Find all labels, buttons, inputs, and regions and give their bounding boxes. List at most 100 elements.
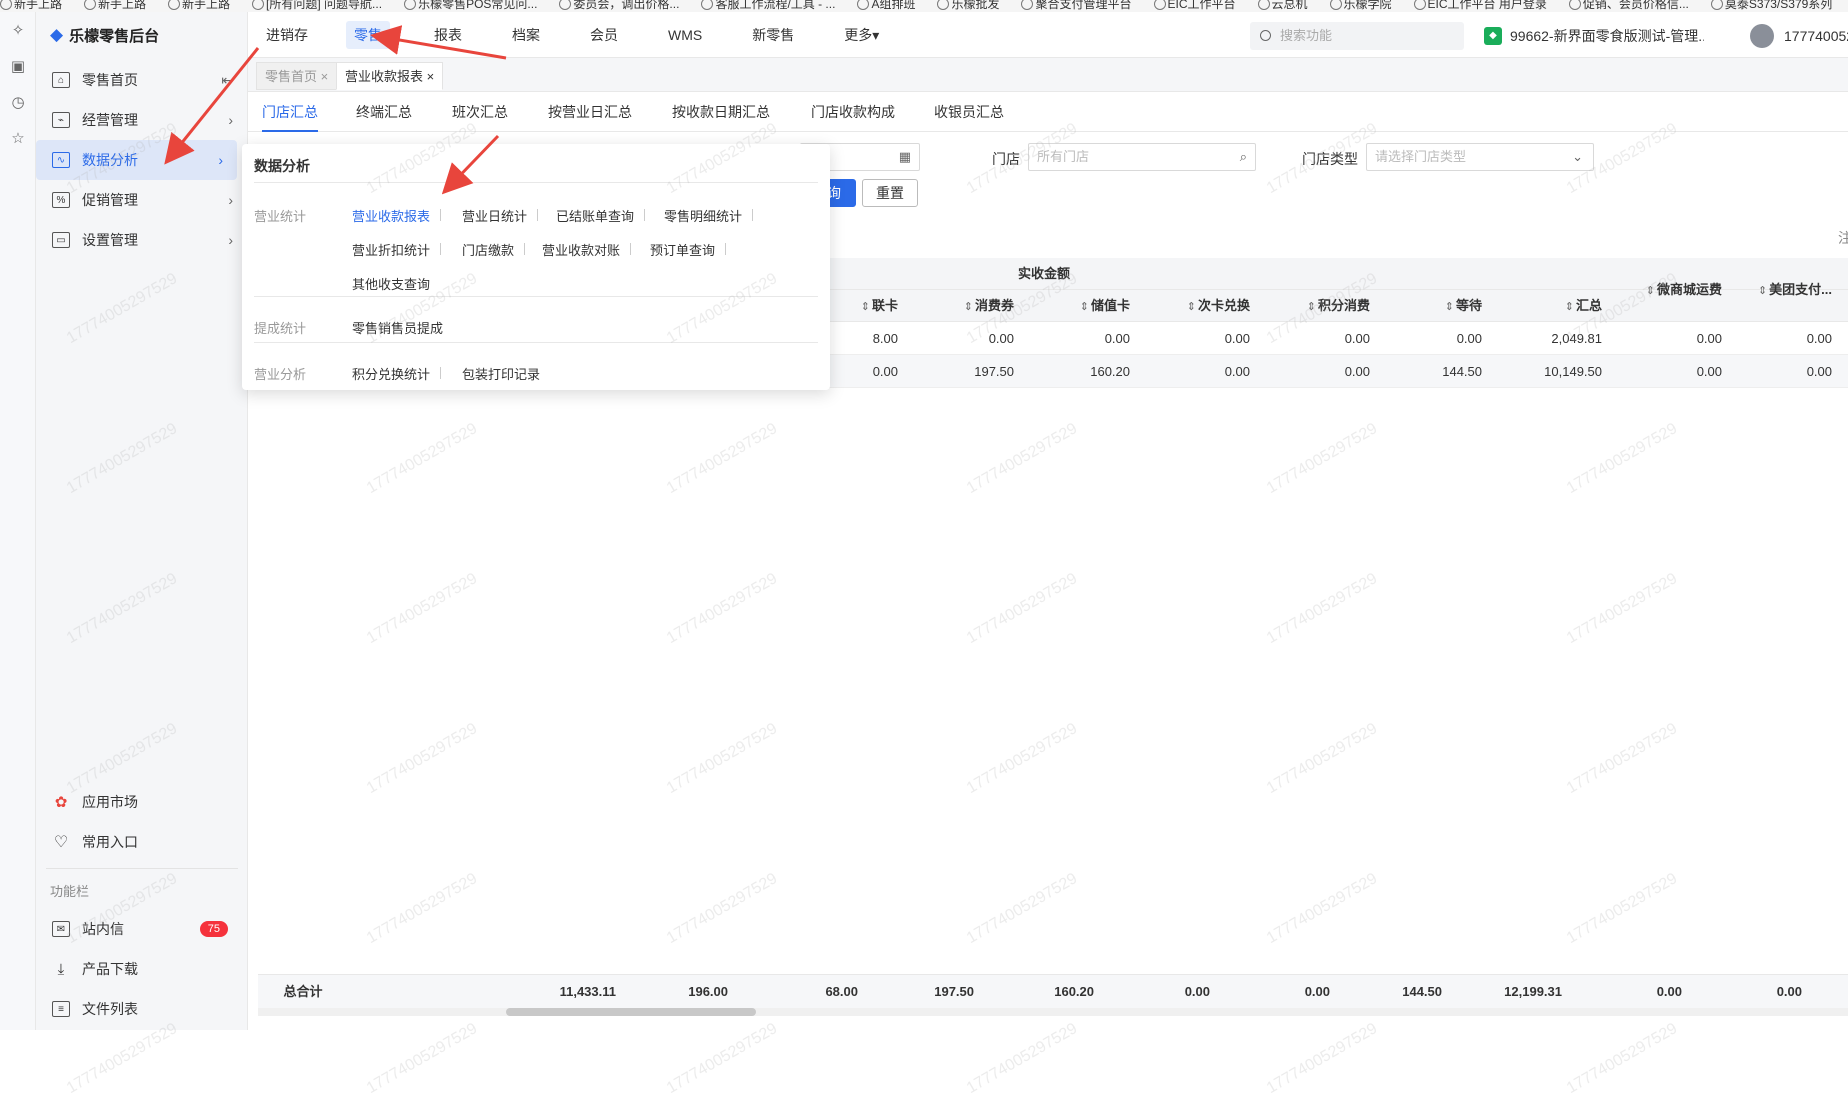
topnav-item-retail[interactable]: 零售 bbox=[346, 21, 390, 49]
watermark-text: 17774005297529 bbox=[363, 420, 481, 498]
save-icon[interactable]: ▣ bbox=[0, 48, 36, 84]
menu-link[interactable]: 零售销售员提成 bbox=[352, 318, 443, 337]
table-cell: 0.00 bbox=[1224, 364, 1250, 379]
sidebar-item-files[interactable]: ≡ 文件列表 bbox=[36, 989, 248, 1029]
sidebar-item-promotion[interactable]: % 促销管理 › bbox=[36, 180, 247, 220]
app-logo[interactable]: ◆ 乐檬零售后台 bbox=[36, 12, 247, 58]
column-header[interactable]: 消费券 bbox=[908, 290, 1024, 322]
calendar-icon: ▦ bbox=[898, 149, 911, 164]
top-nav-menu: 进销存 零售 报表 档案 会员 WMS 新零售 更多▾ bbox=[248, 12, 911, 58]
tab-store-payment-composition[interactable]: 门店收款构成 bbox=[811, 92, 895, 132]
sidebar-item-download[interactable]: ⤓ 产品下载 bbox=[36, 949, 248, 989]
bookmark[interactable]: 乐檬学院 bbox=[1329, 0, 1392, 10]
table-cell: 0.00 bbox=[988, 331, 1014, 346]
menu-link[interactable]: 营业日统计 bbox=[462, 206, 539, 225]
watermark-text: 17774005297529 bbox=[1263, 570, 1381, 648]
bookmark[interactable]: 聚合支付管理平台 bbox=[1021, 0, 1132, 10]
bookmark[interactable]: 新手上路 bbox=[84, 0, 146, 10]
column-header[interactable]: 等待 bbox=[1380, 290, 1492, 322]
watermark-text: 17774005297529 bbox=[1263, 720, 1381, 798]
sidebar-item-app-market[interactable]: ✿ 应用市场 bbox=[36, 782, 248, 822]
sidebar-item-settings[interactable]: ▭ 设置管理 › bbox=[36, 220, 247, 260]
menu-link[interactable]: 营业折扣统计 bbox=[352, 240, 442, 259]
topnav-item[interactable]: 档案 bbox=[494, 12, 558, 58]
total-cell: 68.00 bbox=[825, 984, 858, 999]
topnav-item-more[interactable]: 更多▾ bbox=[826, 12, 897, 58]
total-cell: 12,199.31 bbox=[1504, 984, 1562, 999]
sparkle-icon[interactable]: ✧ bbox=[0, 12, 36, 48]
menu-link[interactable]: 零售明细统计 bbox=[664, 206, 754, 225]
table-cell: 0.00 bbox=[1224, 331, 1250, 346]
tab-shift-summary[interactable]: 班次汇总 bbox=[452, 92, 508, 132]
bookmark[interactable]: 新手上路 bbox=[168, 0, 230, 10]
sidebar-item-favorites[interactable]: ♡ 常用入口 bbox=[36, 822, 248, 862]
menu-link[interactable]: 积分兑换统计 bbox=[352, 364, 442, 383]
chevron-right-icon: › bbox=[218, 152, 223, 168]
page-tab-retail-home[interactable]: 零售首页 × bbox=[256, 62, 338, 90]
tab-by-payment-date[interactable]: 按收款日期汇总 bbox=[672, 92, 770, 132]
collapse-icon[interactable]: ⇤ bbox=[221, 72, 233, 89]
column-header[interactable]: 联卡 bbox=[818, 290, 908, 322]
category-label: 营业统计 bbox=[254, 209, 307, 224]
table-cell: 0.00 bbox=[1344, 331, 1370, 346]
search-icon: ⌕ bbox=[1239, 149, 1247, 164]
column-header[interactable]: 积分消费 bbox=[1260, 290, 1380, 322]
bookmark[interactable]: 莫泰S373/S379系列 bbox=[1710, 0, 1832, 10]
history-icon[interactable]: ◷ bbox=[0, 84, 36, 120]
store-type-label: 门店类型 bbox=[1302, 151, 1358, 167]
star-icon[interactable]: ☆ bbox=[0, 120, 36, 156]
menu-link[interactable]: 已结账单查询 bbox=[556, 206, 646, 225]
sidebar-item-home[interactable]: ⌂ 零售首页 ⇤ bbox=[36, 60, 247, 100]
column-header[interactable]: 储值卡 bbox=[1024, 290, 1140, 322]
reset-button[interactable]: 重置 bbox=[862, 179, 918, 207]
user-menu[interactable]: 1777400529 bbox=[1750, 22, 1848, 50]
sidebar-item-data-analysis[interactable]: ∿ 数据分析 › bbox=[36, 140, 237, 180]
menu-link[interactable]: 包装打印记录 bbox=[462, 364, 540, 383]
bookmark[interactable]: [所有问题] 问题导航... bbox=[252, 0, 382, 10]
column-header[interactable]: 汇总 bbox=[1492, 290, 1612, 322]
topnav-item[interactable]: WMS bbox=[650, 12, 720, 58]
bookmark[interactable]: 乐檬批发 bbox=[937, 0, 999, 10]
menu-link[interactable]: 预订单查询 bbox=[650, 240, 727, 259]
watermark-text: 17774005297529 bbox=[963, 1020, 1081, 1098]
function-search-input[interactable]: 搜索功能 bbox=[1250, 22, 1464, 50]
divider bbox=[254, 296, 818, 297]
page-tab-revenue-report[interactable]: 营业收款报表 × bbox=[336, 62, 444, 90]
bookmark[interactable]: A组排班 bbox=[857, 0, 915, 10]
topnav-item[interactable]: 会员 bbox=[572, 12, 636, 58]
sidebar-item-operations[interactable]: ⌁ 经营管理 › bbox=[36, 100, 247, 140]
scrollbar-thumb[interactable] bbox=[506, 1008, 756, 1016]
bookmark[interactable]: EIC工作平台 用户登录 bbox=[1413, 0, 1547, 10]
topnav-item[interactable]: 新零售 bbox=[734, 12, 812, 58]
tab-cashier-summary[interactable]: 收银员汇总 bbox=[934, 92, 1004, 132]
divider bbox=[254, 342, 818, 343]
topnav-item[interactable]: 报表 bbox=[416, 12, 480, 58]
bookmark[interactable]: 客服工作流程/工具 - ... bbox=[701, 0, 835, 10]
store-type-select[interactable]: 请选择门店类型 ⌄ bbox=[1366, 143, 1594, 171]
topnav-item[interactable]: 进销存 bbox=[248, 12, 326, 58]
watermark-text: 17774005297529 bbox=[363, 720, 481, 798]
bookmark[interactable]: 新手上路 bbox=[0, 0, 62, 10]
bookmark[interactable]: 委员会，调出价格... bbox=[559, 0, 679, 10]
table-cell: 160.20 bbox=[1090, 364, 1130, 379]
menu-link[interactable]: 营业收款对账 bbox=[542, 240, 632, 259]
horizontal-scrollbar[interactable] bbox=[258, 1008, 1848, 1016]
column-header[interactable]: 美团支付... bbox=[1732, 274, 1842, 306]
watermark-text: 17774005297529 bbox=[963, 870, 1081, 948]
store-input[interactable]: 所有门店 ⌕ bbox=[1028, 143, 1256, 171]
tab-by-business-day[interactable]: 按营业日汇总 bbox=[548, 92, 632, 132]
tab-store-summary[interactable]: 门店汇总 bbox=[262, 92, 318, 132]
bookmark[interactable]: 促销、会员价格信... bbox=[1568, 0, 1689, 10]
store-selector[interactable]: 99662-新界面零食版测试-管理... bbox=[1484, 22, 1704, 50]
bookmark[interactable]: 云总机 bbox=[1257, 0, 1308, 10]
column-header[interactable]: 次卡兑换 bbox=[1140, 290, 1260, 322]
menu-link[interactable]: 门店缴款 bbox=[462, 240, 526, 259]
column-header[interactable]: 微商城运费 bbox=[1612, 274, 1732, 306]
table-cell: 10,149.50 bbox=[1544, 364, 1602, 379]
sidebar-item-messages[interactable]: ✉ 站内信 75 bbox=[36, 909, 248, 949]
tab-terminal-summary[interactable]: 终端汇总 bbox=[356, 92, 412, 132]
bookmark[interactable]: EIC工作平台 bbox=[1153, 0, 1236, 10]
bookmark[interactable]: 乐檬零售POS常见问... bbox=[404, 0, 537, 10]
menu-link[interactable]: 其他收支查询 bbox=[352, 274, 430, 293]
menu-link-revenue-report[interactable]: 营业收款报表 bbox=[352, 206, 442, 225]
